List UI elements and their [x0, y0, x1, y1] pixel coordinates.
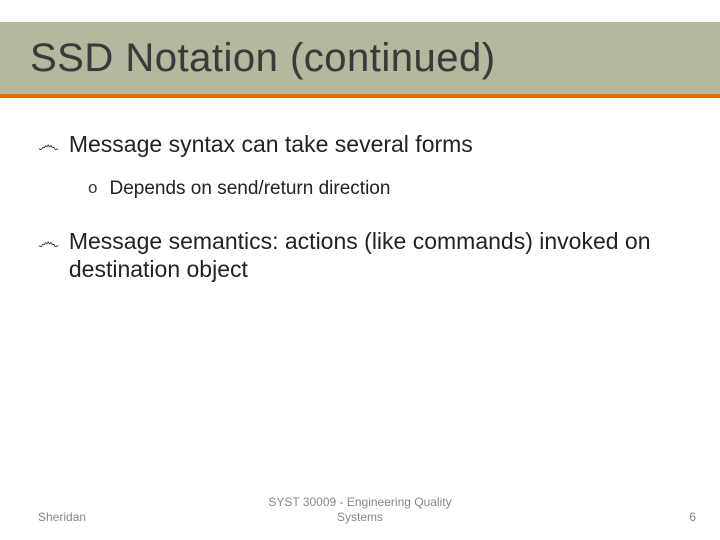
- bullet-marker-icon: ෴: [38, 132, 59, 158]
- content-area: ෴ Message syntax can take several forms …: [38, 130, 690, 302]
- sub-bullet-marker-icon: o: [88, 177, 97, 199]
- sub-bullet-text: Depends on send/return direction: [109, 177, 390, 201]
- bullet-item: ෴ Message semantics: actions (like comma…: [38, 227, 690, 285]
- slide-title: SSD Notation (continued): [30, 36, 496, 81]
- sub-bullet-item: o Depends on send/return direction: [88, 177, 690, 201]
- bullet-marker-icon: ෴: [38, 229, 59, 255]
- title-band: SSD Notation (continued): [0, 22, 720, 98]
- slide-number: 6: [689, 510, 696, 524]
- bullet-text: Message syntax can take several forms: [69, 130, 473, 159]
- bullet-text: Message semantics: actions (like command…: [69, 227, 690, 285]
- footer-center: SYST 30009 - Engineering Quality Systems: [0, 495, 720, 524]
- bullet-item: ෴ Message syntax can take several forms: [38, 130, 690, 159]
- slide: SSD Notation (continued) ෴ Message synta…: [0, 0, 720, 540]
- footer: Sheridan SYST 30009 - Engineering Qualit…: [0, 494, 720, 524]
